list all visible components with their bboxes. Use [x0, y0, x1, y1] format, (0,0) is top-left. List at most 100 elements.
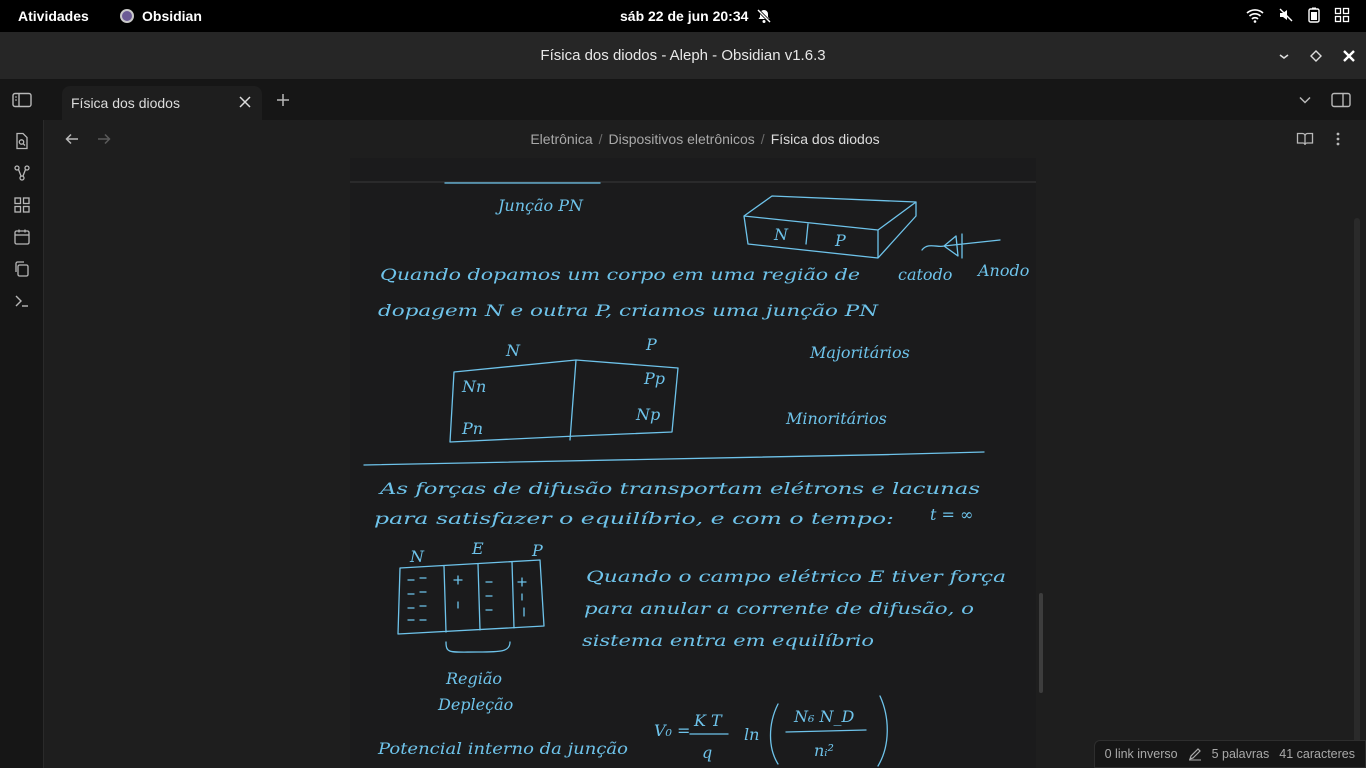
diagram2-e-label: E — [471, 539, 484, 558]
character-count: 41 caracteres — [1279, 747, 1355, 761]
toggle-right-sidebar-button[interactable] — [1330, 89, 1352, 111]
view-header: Eletrônica / Dispositivos eletrônicos / Físi… — [44, 120, 1366, 158]
nn-label: Nn — [461, 377, 486, 396]
formula-numerator: N₆ N_D — [793, 707, 855, 726]
sidebar-left-icon — [12, 92, 32, 108]
depletion-brace — [445, 641, 511, 653]
graph-view-button[interactable] — [11, 162, 33, 184]
minimize-button[interactable] — [1274, 46, 1294, 66]
pn-label: Pn — [461, 419, 483, 438]
text-line-4: para satisfazer o equilíbrio, e com o te… — [374, 509, 894, 528]
quick-settings-grid-icon — [1334, 7, 1350, 23]
toggle-left-sidebar-button[interactable] — [11, 89, 33, 111]
system-tray[interactable] — [1246, 7, 1350, 23]
clock-text: sáb 22 de jun 20:34 — [620, 8, 749, 24]
templates-button[interactable] — [11, 258, 33, 280]
clock[interactable]: sáb 22 de jun 20:34 — [620, 8, 772, 24]
formula-denominator: nᵢ² — [814, 741, 834, 760]
diagram2-charges — [407, 575, 527, 621]
potencial-label: Potencial interno da junção — [377, 739, 628, 758]
formula-q: q — [702, 743, 712, 762]
app-name: Obsidian — [142, 8, 202, 24]
pn-bar-drawing — [743, 195, 917, 259]
text-line-3: As forças de difusão transportam elétron… — [377, 479, 980, 498]
bar-p-label: P — [834, 231, 846, 250]
tab-label: Física dos diodos — [71, 95, 180, 111]
diagram2-p-label: P — [531, 541, 543, 560]
bar-n-label: N — [773, 225, 789, 244]
np-label: Np — [635, 405, 660, 424]
ink-divider — [363, 451, 985, 466]
maximize-icon — [1310, 50, 1322, 62]
pp-label: Pp — [643, 369, 665, 388]
main-scrollbar[interactable] — [1354, 218, 1360, 768]
chevron-down-icon — [1299, 96, 1311, 104]
obsidian-app-icon — [120, 9, 134, 23]
daily-note-button[interactable] — [11, 226, 33, 248]
breadcrumb-separator: / — [598, 131, 603, 147]
text-line-2: dopagem N e outra P, criamos uma junção … — [378, 301, 879, 320]
note-content-area[interactable]: Junção PN N P catodo Anodo Quando dopamo… — [44, 158, 1366, 768]
calendar-icon — [14, 229, 30, 245]
layout-grid-icon — [14, 197, 30, 213]
sidebar-right-icon — [1331, 92, 1351, 108]
backlinks-count[interactable]: 0 link inverso — [1105, 747, 1178, 761]
heading-juncao-pn: Junção PN — [495, 196, 584, 215]
tab-list-button[interactable] — [1294, 89, 1316, 111]
regiao-label: Região — [445, 669, 502, 688]
close-icon — [239, 96, 251, 108]
formula-v0: V₀ = — [654, 721, 690, 740]
minimize-icon — [1279, 54, 1289, 59]
breadcrumb: Eletrônica / Dispositivos eletrônicos / Físi… — [44, 131, 1366, 147]
file-search-icon — [16, 132, 28, 150]
open-quick-switcher-button[interactable] — [11, 130, 33, 152]
page-scrollbar-thumb[interactable] — [1039, 593, 1043, 693]
t-infinity: t = ∞ — [930, 505, 973, 524]
formula-kt: K T — [693, 711, 723, 730]
fraction-bar-2 — [785, 729, 867, 733]
plus-icon — [277, 94, 289, 106]
more-options-button[interactable] — [1327, 128, 1349, 150]
majoritarios-label: Majoritários — [809, 343, 910, 362]
breadcrumb-item-eletronica[interactable]: Eletrônica — [530, 131, 592, 147]
handwriting-canvas: Junção PN N P catodo Anodo Quando dopamo… — [350, 181, 1036, 767]
text-para-2: para anular a corrente de difusão, o — [584, 599, 974, 618]
handwritten-note-page[interactable]: Junção PN N P catodo Anodo Quando dopamo… — [350, 158, 1036, 768]
reading-view-button[interactable] — [1294, 128, 1316, 150]
text-para-3: sistema entra em equilíbrio — [582, 631, 874, 650]
diagram2-n-label: N — [409, 547, 425, 566]
breadcrumb-item-dispositivos[interactable]: Dispositivos eletrônicos — [609, 131, 755, 147]
new-tab-button[interactable] — [272, 89, 294, 111]
tab-close-button[interactable] — [238, 95, 252, 112]
deplecao-label: Depleção — [437, 695, 513, 714]
maximize-button[interactable] — [1306, 46, 1326, 66]
graph-icon — [14, 165, 30, 181]
tab-fisica-dos-diodos[interactable]: Física dos diodos — [62, 86, 262, 120]
command-palette-button[interactable] — [11, 290, 33, 312]
catodo-label: catodo — [898, 265, 952, 284]
breadcrumb-item-current[interactable]: Física dos diodos — [771, 131, 880, 147]
text-line-1: Quando dopamos um corpo em uma região de — [380, 265, 860, 284]
text-para-1: Quando o campo elétrico E tiver força — [586, 567, 1006, 586]
pencil-icon[interactable] — [1188, 747, 1202, 761]
left-ribbon — [0, 120, 44, 768]
terminal-icon — [15, 295, 28, 307]
tab-bar: Física dos diodos — [0, 80, 1366, 120]
copy-icon — [15, 261, 29, 277]
diagram1-n-label: N — [505, 341, 521, 360]
close-window-button[interactable] — [1339, 46, 1359, 66]
more-vertical-icon — [1336, 132, 1340, 146]
breadcrumb-separator: / — [760, 131, 765, 147]
canvas-button[interactable] — [11, 194, 33, 216]
diode-symbol-drawing — [921, 233, 1001, 259]
window-title-bar: Física dos diodos - Aleph - Obsidian v1.… — [0, 32, 1366, 80]
formula-ln: ln — [744, 725, 759, 744]
volume-muted-icon — [1279, 8, 1293, 22]
word-count: 5 palavras — [1211, 747, 1270, 761]
gnome-top-bar: Atividades Obsidian sáb 22 de jun 20:34 — [0, 0, 1366, 32]
book-open-icon — [1296, 132, 1314, 146]
battery-icon — [1308, 7, 1320, 23]
app-menu[interactable]: Obsidian — [120, 8, 202, 24]
minoritarios-label: Minoritários — [785, 409, 887, 428]
activities-button[interactable]: Atividades — [18, 8, 89, 24]
